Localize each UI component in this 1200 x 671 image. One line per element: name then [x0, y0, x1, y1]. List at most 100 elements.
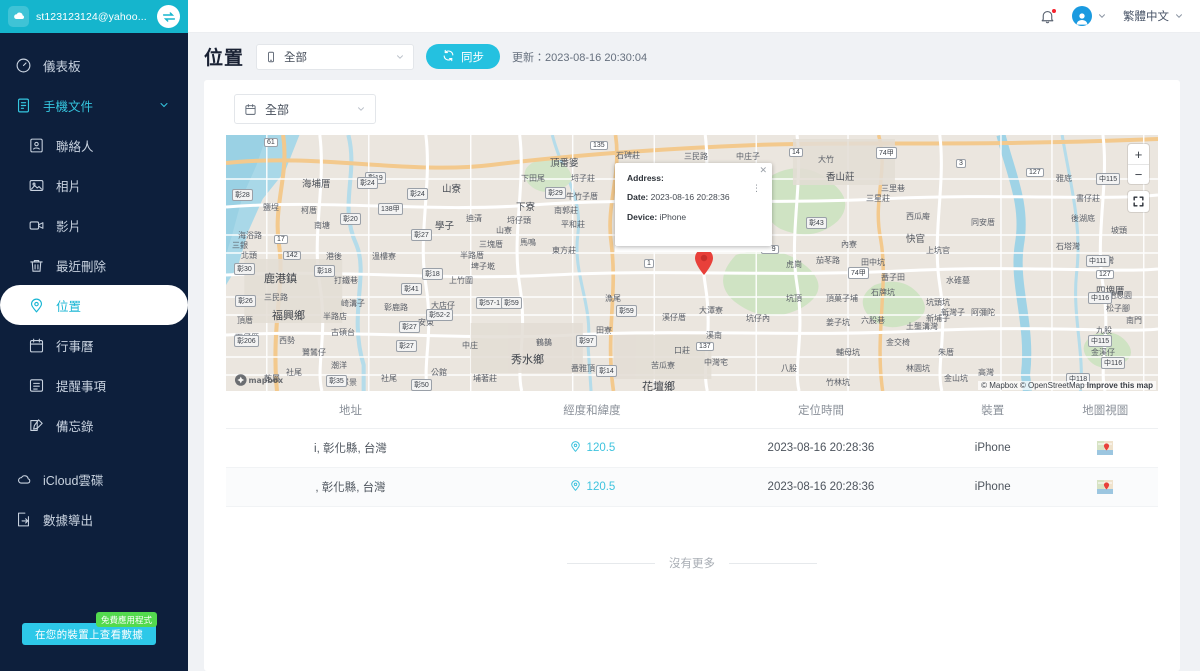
cell-coordinates[interactable]: 120.5 [475, 479, 709, 495]
sidebar-item-reminders[interactable]: 提醒事項 [0, 365, 188, 405]
cell-address: , 彰化縣, 台灣 [315, 482, 386, 494]
photos-icon [27, 176, 45, 194]
sidebar-item-videos[interactable]: 影片 [0, 205, 188, 245]
language-label: 繁體中文 [1123, 11, 1169, 23]
map-marker-icon[interactable] [694, 248, 714, 276]
map-popup[interactable]: ✕ ⋮ Address: Date: 2023-08-16 20:28:36 D… [615, 163, 772, 246]
sidebar-item-label: 行事曆 [56, 339, 94, 354]
map-zoom-in-button[interactable]: + [1128, 144, 1149, 164]
cell-map-view[interactable] [1052, 480, 1158, 494]
cell-map-view[interactable] [1052, 441, 1158, 455]
filter-row: 全部 [204, 80, 1180, 135]
mapbox-logo-icon[interactable]: mapbox [234, 373, 292, 387]
map-view[interactable]: 海埔厝 山寮 下寮 鹽埕 柯厝 學子 南塘 海浴路 北頭 港後 溫樓寮 頂番婆 下田尾 埒子莊 牛竹子厝 南郭… [226, 135, 1158, 391]
language-selector[interactable]: 繁體中文 [1123, 8, 1184, 24]
sidebar-item-label: 最近刪除 [56, 259, 107, 274]
map-fullscreen-button[interactable] [1128, 191, 1149, 212]
locations-table: 地址 經度和緯度 定位時間 裝置 地圖視圖 i, 彰化縣, 台灣 120.5 2… [226, 391, 1158, 571]
cell-coordinates[interactable]: 120.5 [475, 440, 709, 456]
main-content: 繁體中文 位置 全部 同步 更新：2023-08-16 20:30:04 全部 … [188, 0, 1200, 671]
page-title: 位置 [204, 48, 245, 69]
sidebar-item-label: 備忘錄 [56, 419, 94, 434]
sidebar-account[interactable]: st123123124@yahoo... [0, 0, 188, 33]
table-row[interactable]: , 彰化縣, 台灣 120.5 2023-08-16 20:28:36 iPho… [226, 468, 1158, 507]
bell-icon[interactable] [1039, 7, 1057, 25]
sidebar-item-location[interactable]: 位置 [0, 271, 188, 339]
cell-device: iPhone [974, 481, 1011, 493]
coordinates-value: 120.5 [586, 481, 616, 493]
device-filter-select[interactable]: 全部 [256, 43, 415, 70]
export-icon [14, 510, 32, 528]
notification-dot [1051, 7, 1057, 14]
sidebar-item-label: iCloud雲碟 [43, 473, 104, 488]
table-row[interactable]: i, 彰化縣, 台灣 120.5 2023-08-16 20:28:36 iPh… [226, 429, 1158, 468]
trash-icon [27, 256, 45, 274]
map-zoom-out-button[interactable]: − [1128, 164, 1149, 184]
chevron-down-icon[interactable] [158, 99, 170, 111]
device-files-icon [14, 96, 32, 114]
chevron-down-icon [395, 52, 405, 62]
no-more-label: 沒有更多 [669, 558, 715, 570]
cell-address: i, 彰化縣, 台灣 [314, 443, 387, 455]
popup-address-label: Address: [627, 173, 664, 183]
calendar-icon [27, 336, 45, 354]
sidebar-nav: 儀表板 手機文件 聯絡人 相片 影片 最近刪除 位置 行事曆 提醒事項 備忘錄 … [0, 33, 188, 623]
coordinates-value: 120.5 [586, 442, 616, 454]
attr-mapbox[interactable]: © Mapbox [981, 381, 1018, 390]
coordinates-link[interactable]: 120.5 [569, 440, 616, 456]
map-controls: + − [1128, 144, 1149, 212]
popup-device-label: Device: [627, 211, 658, 222]
popup-date-label: Date: [627, 192, 649, 203]
chevron-down-icon [1174, 11, 1184, 21]
map-attribution: © Mapbox © OpenStreetMap Improve this ma… [978, 381, 1156, 390]
divider-left [567, 562, 655, 564]
map-thumbnail-icon[interactable] [1097, 441, 1114, 455]
close-icon[interactable]: ✕ [759, 166, 767, 175]
date-filter-select[interactable]: 全部 [234, 94, 376, 124]
more-vertical-icon[interactable]: ⋮ [752, 183, 761, 192]
sidebar-item-calendar[interactable]: 行事曆 [0, 325, 188, 365]
sidebar-item-dashboard[interactable]: 儀表板 [0, 45, 188, 85]
app-root: st123123124@yahoo... 儀表板 手機文件 聯絡人 相片 影片 … [0, 0, 1200, 671]
date-filter-value: 全部 [265, 102, 290, 117]
sidebar-item-notes[interactable]: 備忘錄 [0, 405, 188, 445]
divider-right [729, 562, 817, 564]
calendar-icon [244, 103, 257, 116]
map-thumbnail-icon[interactable] [1097, 480, 1114, 494]
cloud-drive-icon [14, 470, 32, 488]
map-zoom-group: + − [1128, 144, 1149, 184]
sidebar-item-device-files[interactable]: 手機文件 [0, 85, 188, 125]
svg-text:mapbox: mapbox [249, 376, 284, 385]
sidebar-account-email: st123123124@yahoo... [36, 10, 147, 23]
updated-label: 更新： [512, 51, 546, 64]
coordinates-link[interactable]: 120.5 [569, 479, 616, 495]
column-header-address: 地址 [338, 404, 362, 417]
popup-address-row: Address: [627, 173, 760, 183]
location-pin-icon [27, 296, 45, 314]
attr-osm[interactable]: © OpenStreetMap [1020, 381, 1085, 390]
sidebar-item-label: 儀表板 [43, 59, 81, 74]
user-menu[interactable] [1072, 6, 1107, 26]
popup-date-row: Date: 2023-08-16 20:28:36 [627, 193, 760, 202]
page-header: 位置 全部 同步 更新：2023-08-16 20:30:04 [188, 33, 1200, 80]
sync-button[interactable]: 同步 [426, 44, 501, 69]
reminders-icon [27, 376, 45, 394]
dashboard-icon [14, 56, 32, 74]
popup-device-value: iPhone [659, 211, 687, 222]
sync-logo-icon [157, 5, 180, 28]
sidebar-item-photos[interactable]: 相片 [0, 165, 188, 205]
sidebar-item-label: 影片 [56, 219, 82, 234]
cell-time: 2023-08-16 20:28:36 [767, 442, 875, 454]
cloud-icon [8, 6, 29, 27]
sidebar-item-contacts[interactable]: 聯絡人 [0, 125, 188, 165]
sidebar-item-icloud-drive[interactable]: iCloud雲碟 [0, 459, 188, 499]
sidebar-item-data-export[interactable]: 數據導出 [0, 499, 188, 539]
content-card: 全部 海埔厝 山寮 下寮 鹽埕 柯厝 學子 南塘 海浴路 北頭 港後 溫樓寮 頂… [204, 80, 1180, 671]
cta-free-app-badge: 免費應用程式 [96, 612, 158, 627]
videos-icon [27, 216, 45, 234]
attr-improve[interactable]: Improve this map [1087, 381, 1153, 390]
sidebar-item-label: 手機文件 [43, 99, 94, 114]
popup-device-row: Device: iPhone [627, 211, 760, 222]
sidebar-item-recently-deleted[interactable]: 最近刪除 [0, 245, 188, 285]
column-header-device: 裝置 [981, 404, 1005, 417]
